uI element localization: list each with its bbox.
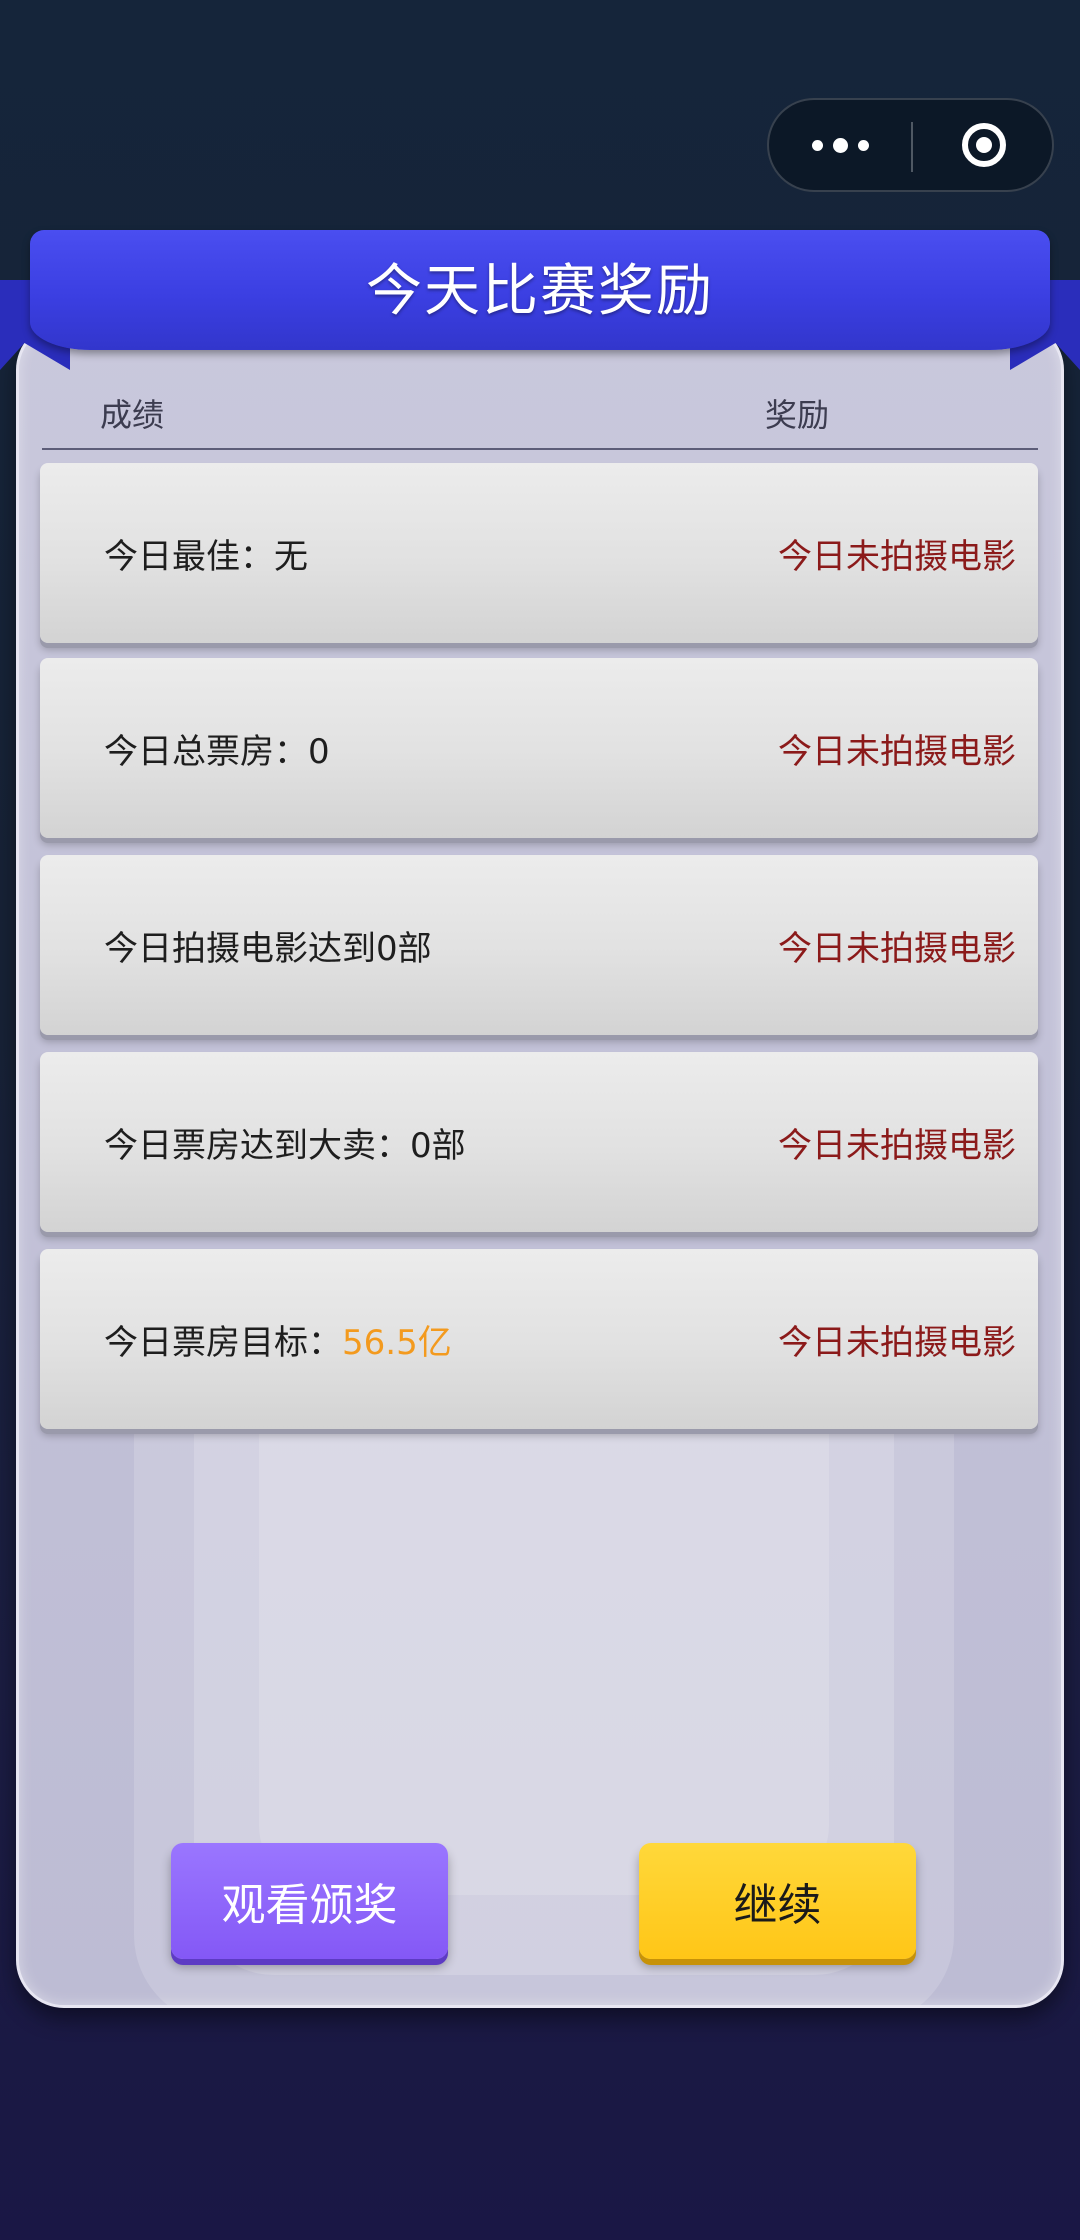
header-achievement: 成绩 bbox=[100, 396, 165, 434]
target-circle-icon[interactable] bbox=[914, 100, 1054, 190]
header-divider bbox=[42, 448, 1038, 450]
header-reward: 奖励 bbox=[765, 396, 830, 434]
continue-button[interactable]: 继续 bbox=[639, 1843, 916, 1959]
row-reward: 今日未拍摄电影 bbox=[778, 1125, 1016, 1166]
reward-row-hits: 今日票房达到大卖：0部 今日未拍摄电影 bbox=[40, 1052, 1038, 1232]
miniprogram-capsule bbox=[767, 98, 1054, 192]
target-value: 56.5亿 bbox=[342, 1322, 452, 1363]
row-label: 今日票房达到大卖：0部 bbox=[104, 1125, 466, 1166]
row-label: 今日拍摄电影达到0部 bbox=[104, 928, 432, 969]
row-label: 今日总票房：0 bbox=[104, 731, 330, 772]
row-label: 今日票房目标： 56.5亿 bbox=[104, 1249, 452, 1429]
reward-row-movies-shot: 今日拍摄电影达到0部 今日未拍摄电影 bbox=[40, 855, 1038, 1035]
reward-row-best: 今日最佳：无 今日未拍摄电影 bbox=[40, 463, 1038, 643]
row-label: 今日最佳：无 bbox=[104, 536, 308, 577]
watch-award-button[interactable]: 观看颁奖 bbox=[171, 1843, 448, 1959]
close-ring bbox=[962, 123, 1006, 167]
dot bbox=[833, 137, 848, 153]
row-reward: 今日未拍摄电影 bbox=[778, 1322, 1016, 1363]
more-dots-icon[interactable] bbox=[769, 100, 912, 190]
reward-row-target: 今日票房目标： 56.5亿 今日未拍摄电影 bbox=[40, 1249, 1038, 1429]
dialog-title: 今天比赛奖励 bbox=[366, 258, 714, 324]
reward-row-total-boxoffice: 今日总票房：0 今日未拍摄电影 bbox=[40, 658, 1038, 838]
row-reward: 今日未拍摄电影 bbox=[778, 928, 1016, 969]
dot bbox=[812, 139, 823, 151]
dot bbox=[858, 139, 869, 151]
row-reward: 今日未拍摄电影 bbox=[778, 536, 1016, 577]
capsule-divider bbox=[911, 122, 913, 172]
row-reward: 今日未拍摄电影 bbox=[778, 731, 1016, 772]
